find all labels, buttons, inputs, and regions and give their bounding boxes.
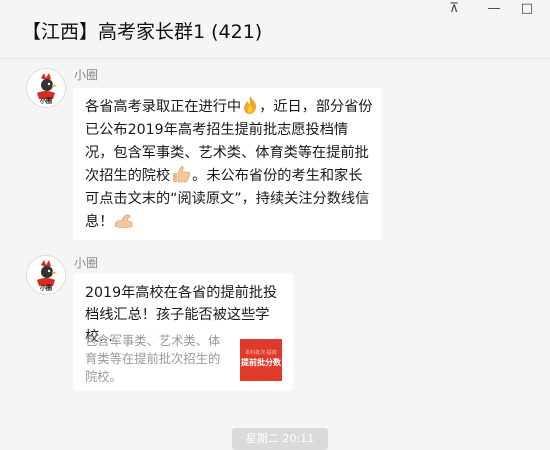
close-icon[interactable]: × [540,0,550,22]
avatar-label: 小圈 [39,284,52,292]
fire-icon [244,96,257,114]
avatar-label: 小圈 [39,97,52,105]
message-bubble[interactable]: 各省高考录取正在进行中 ，近日，部分省份已公布2019年高考招生提前批志愿投档情… [73,88,381,240]
link-card-thumbnail: 本科批次·提前 提前批分数 [240,339,282,381]
link-card-description: 包含军事类、艺术类、体育类等在提前批次招生的院校。 [85,334,221,384]
thumbs-up-icon [173,166,191,183]
chat-title-bar: 【江西】高考家长群1 (421) ⊼ — □ × [0,0,550,59]
message-text-segment: 各省高考录取正在进行中 [85,99,242,115]
pin-icon[interactable]: ⊼ [440,0,468,22]
link-card[interactable]: 2019年高校在各省的提前批投档线汇总！孩子能否被这些学校... 包含军事类、艺… [73,273,293,391]
avatar[interactable]: 小圈 [26,68,66,108]
avatar[interactable]: 小圈 [26,255,66,295]
thumbnail-label: 提前批分数 [241,357,281,367]
rooster-logo-icon: 小圈 [27,69,65,107]
thumbnail-caption: 本科批次·提前 [245,350,277,356]
minimize-icon[interactable]: — [480,0,508,22]
maximize-icon[interactable]: □ [513,0,541,22]
time-divider: 星期二 20:11 [232,428,328,450]
sender-name: 小圈 [74,68,99,82]
message-text: 各省高考录取正在进行中 ，近日，部分省份已公布2019年高考招生提前批志愿投档情… [85,95,373,234]
flexed-biceps-icon [115,214,133,228]
sender-name: 小圈 [74,256,99,270]
chat-title: 【江西】高考家长群1 (421) [22,21,263,43]
rooster-logo-icon: 小圈 [27,256,65,294]
